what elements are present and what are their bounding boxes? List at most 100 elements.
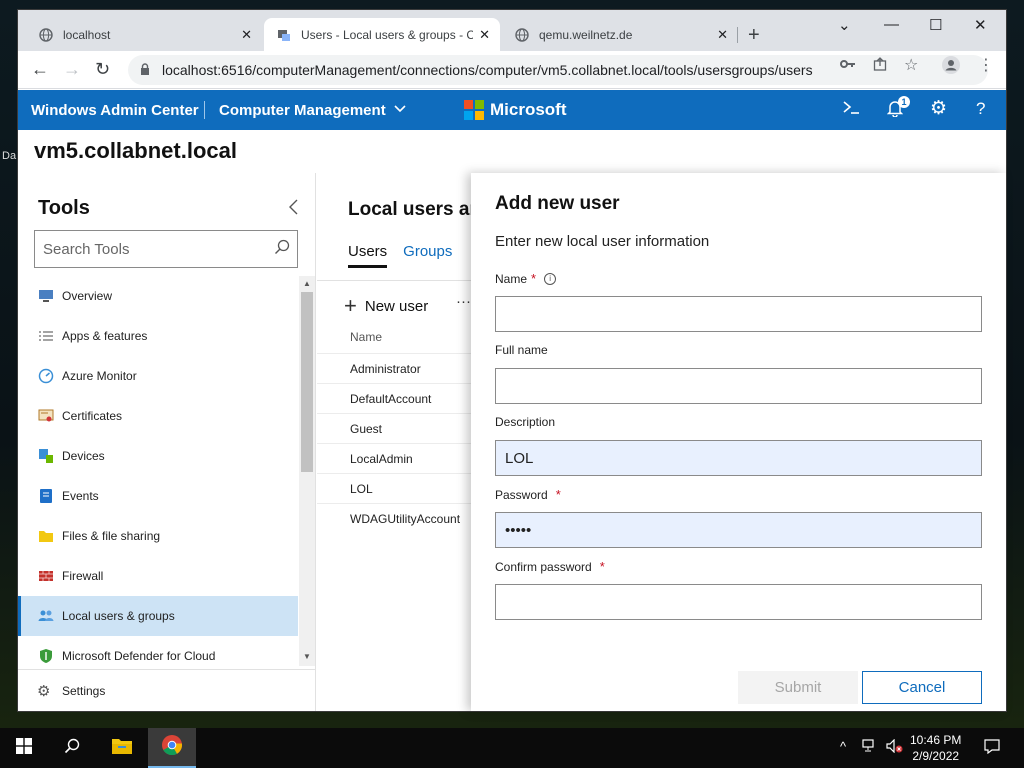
taskbar-file-explorer[interactable]	[98, 728, 146, 768]
new-tab-button[interactable]: +	[748, 24, 760, 47]
page-title: vm5.collabnet.local	[34, 138, 237, 163]
column-header-name[interactable]: Name	[350, 330, 382, 344]
description-label: Description	[495, 415, 555, 429]
close-tab-icon[interactable]: ✕	[241, 27, 252, 43]
confirm-password-field[interactable]	[495, 584, 982, 620]
search-input[interactable]	[43, 240, 267, 258]
full-name-field[interactable]	[495, 368, 982, 404]
tab-groups[interactable]: Groups	[403, 243, 452, 268]
cancel-button[interactable]: Cancel	[862, 671, 982, 704]
taskbar-search-button[interactable]	[48, 728, 96, 768]
tool-item-apps-features[interactable]: Apps & features	[18, 316, 298, 356]
search-icon[interactable]	[267, 239, 297, 260]
settings-link[interactable]: ⚙ Settings	[18, 669, 315, 711]
tool-label: Certificates	[62, 409, 123, 423]
tab-users-local[interactable]: Users - Local users & groups - C ✕	[264, 18, 500, 51]
name-field[interactable]	[495, 296, 982, 332]
password-label: Password *	[495, 487, 561, 502]
taskbar-chrome[interactable]	[148, 728, 196, 768]
azure-monitor-icon	[37, 368, 55, 384]
chrome-icon	[161, 734, 183, 761]
more-actions-button[interactable]: ···	[456, 293, 471, 310]
table-row[interactable]: Guest	[317, 413, 477, 443]
show-hidden-icons[interactable]: ^	[840, 739, 846, 754]
menu-kebab-icon[interactable]: ⋮	[978, 55, 994, 75]
tool-item-overview[interactable]: Overview	[18, 276, 298, 316]
table-row[interactable]: Administrator	[317, 353, 477, 383]
tool-item-events[interactable]: Events	[18, 476, 298, 516]
submit-button[interactable]: Submit	[738, 671, 858, 704]
tool-item-files[interactable]: Files & file sharing	[18, 516, 298, 556]
tab-title: Users - Local users & groups - C	[301, 27, 474, 42]
reload-icon[interactable]: ↻	[95, 59, 110, 80]
dialog-subtitle: Enter new local user information	[495, 233, 710, 250]
network-icon[interactable]	[862, 739, 878, 756]
taskbar: ^ 10:46 PM 2/9/2022	[0, 728, 1024, 768]
collapse-panel-icon[interactable]	[288, 195, 298, 221]
scroll-down-icon[interactable]: ▼	[303, 652, 311, 661]
share-icon[interactable]	[873, 57, 887, 74]
system-clock[interactable]: 10:46 PM 2/9/2022	[910, 732, 961, 764]
confirm-password-label: Confirm password *	[495, 559, 605, 574]
tool-item-azure-monitor[interactable]: Azure Monitor	[18, 356, 298, 396]
scroll-up-icon[interactable]: ▲	[303, 279, 311, 288]
volume-muted-icon[interactable]	[886, 738, 904, 756]
forward-icon[interactable]: →	[63, 59, 81, 80]
close-tab-icon[interactable]: ✕	[717, 27, 728, 43]
full-name-label: Full name	[495, 343, 548, 357]
description-field[interactable]	[495, 440, 982, 476]
window-close-icon[interactable]: ✕	[974, 16, 987, 34]
module-label: Computer Management	[219, 101, 386, 119]
plus-icon: +	[344, 293, 357, 318]
tool-item-certificates[interactable]: Certificates	[18, 396, 298, 436]
table-row[interactable]: LocalAdmin	[317, 443, 477, 473]
tab-localhost[interactable]: localhost ✕	[26, 18, 262, 51]
clock-date: 2/9/2022	[912, 749, 960, 763]
tool-item-firewall[interactable]: Firewall	[18, 556, 298, 596]
bookmark-star-icon[interactable]: ☆	[904, 55, 918, 75]
help-icon[interactable]: ?	[976, 99, 985, 119]
pane-title: Local users ar	[348, 199, 477, 220]
powershell-icon[interactable]	[842, 99, 860, 120]
maximize-icon[interactable]: ☐	[929, 16, 942, 34]
add-user-panel: Add new user Enter new local user inform…	[471, 173, 1006, 711]
required-asterisk: *	[555, 487, 561, 502]
notifications-icon[interactable]	[984, 739, 1000, 757]
close-tab-icon[interactable]: ✕	[479, 27, 490, 43]
start-button[interactable]	[0, 728, 48, 768]
password-field[interactable]	[495, 512, 982, 548]
required-asterisk: *	[599, 559, 605, 574]
app-title[interactable]: Windows Admin Center	[31, 102, 199, 119]
tools-scrollbar[interactable]: ▲ ▼	[299, 276, 315, 666]
table-row[interactable]: LOL	[317, 473, 477, 503]
desktop-icon-label: Da	[2, 150, 17, 162]
scrollbar-thumb[interactable]	[301, 292, 313, 472]
table-row[interactable]: WDAGUtilityAccount	[317, 503, 477, 533]
tool-item-local-users-groups[interactable]: Local users & groups	[18, 596, 298, 636]
tab-qemu[interactable]: qemu.weilnetz.de ✕	[502, 18, 738, 51]
profile-icon[interactable]	[942, 56, 960, 77]
shield-icon	[37, 648, 55, 664]
notification-badge: 1	[898, 96, 910, 108]
address-bar[interactable]: localhost:6516/computerManagement/connec…	[128, 55, 988, 85]
field-label-text: Name	[495, 271, 528, 286]
overview-icon	[37, 288, 55, 304]
module-switcher[interactable]: Computer Management	[219, 102, 406, 119]
windows-logo-icon	[16, 737, 32, 759]
tab-search-icon[interactable]: ⌄	[838, 16, 851, 34]
back-icon[interactable]: ←	[31, 59, 49, 80]
search-tools-box[interactable]	[34, 230, 298, 268]
table-row[interactable]: DefaultAccount	[317, 383, 477, 413]
key-icon[interactable]	[840, 57, 856, 73]
app-header: Windows Admin Center Computer Management…	[18, 90, 1006, 130]
users-table: Administrator DefaultAccount Guest Local…	[317, 353, 477, 533]
url-text: localhost:6516/computerManagement/connec…	[162, 62, 813, 78]
tab-users[interactable]: Users	[348, 243, 388, 268]
info-icon[interactable]: i	[544, 272, 557, 285]
tab-title: qemu.weilnetz.de	[539, 27, 633, 42]
new-user-button[interactable]: + New user	[344, 293, 428, 319]
minimize-icon[interactable]: —	[884, 16, 899, 33]
browser-toolbar: ← → ↻ localhost:6516/computerManagement/…	[18, 51, 1006, 89]
tool-item-devices[interactable]: Devices	[18, 436, 298, 476]
gear-icon[interactable]: ⚙	[930, 97, 947, 120]
